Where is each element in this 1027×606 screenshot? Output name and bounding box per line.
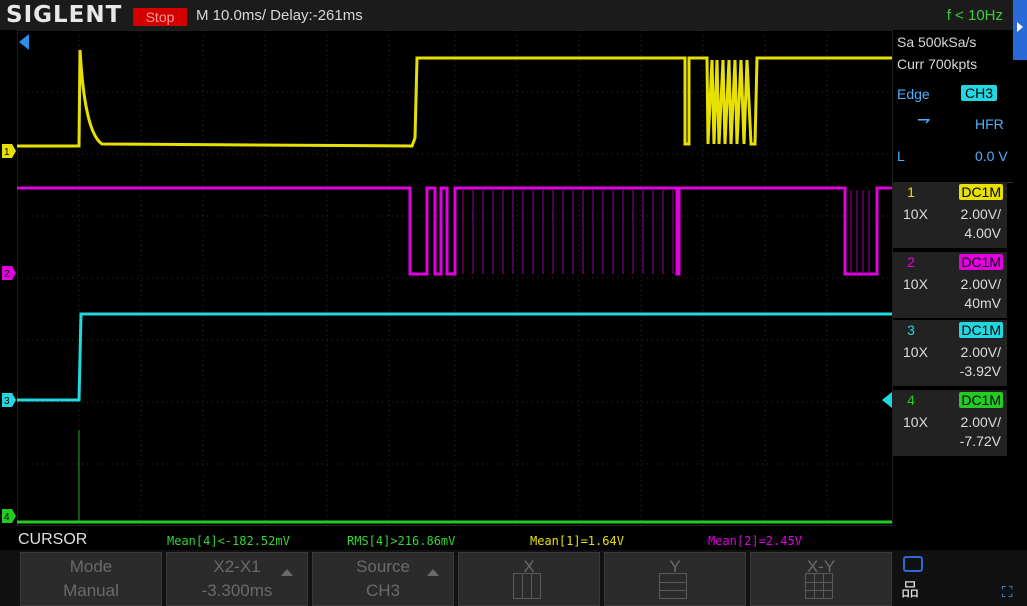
- trigger-level-icon[interactable]: [880, 392, 892, 408]
- trigger-type[interactable]: Edge: [897, 86, 930, 102]
- ch1-marker[interactable]: 1: [2, 144, 16, 158]
- channel-4-probe: 10X: [903, 414, 928, 430]
- expand-icon[interactable]: ⛶: [1002, 584, 1013, 601]
- top-status-bar: SIGLENT Stop M 10.0ms/ Delay:-261ms f < …: [0, 0, 1027, 30]
- mode-softkey[interactable]: Mode Manual: [20, 552, 162, 606]
- channel-2-box[interactable]: 2 DC1M 10X 2.00V/ 40mV: [893, 252, 1007, 318]
- ch3-marker[interactable]: 3: [2, 393, 16, 407]
- mode-value: Manual: [63, 581, 119, 600]
- svg-text:4: 4: [4, 512, 10, 523]
- cursor-label: CURSOR: [18, 531, 88, 548]
- panel-scroll-handle[interactable]: [1013, 0, 1027, 60]
- adjust-up-icon: [281, 569, 293, 576]
- cursor-measurement-bar: CURSOR Mean[4]<-182.52mV RMS[4]>216.86mV…: [0, 530, 1027, 550]
- ch1-trace: [17, 49, 892, 148]
- channel-2-offset: 40mV: [964, 295, 1001, 311]
- source-up-icon: [427, 569, 439, 576]
- xy-cursor-softkey[interactable]: X-Y: [750, 552, 892, 606]
- svg-text:1: 1: [4, 147, 10, 158]
- memory-depth: Curr 700kpts: [897, 56, 978, 72]
- source-softkey[interactable]: Source CH3: [312, 552, 454, 606]
- x-cursor-icon: [513, 573, 541, 599]
- channel-3-scale: 2.00V/: [960, 344, 1001, 360]
- timebase-readout[interactable]: M 10.0ms/ Delay:-261ms: [196, 7, 363, 24]
- trigger-source[interactable]: CH3: [961, 85, 998, 101]
- sample-rate: Sa 500kSa/s: [897, 34, 977, 50]
- channel-3-probe: 10X: [903, 344, 928, 360]
- channel-4-number: 4: [907, 392, 915, 408]
- trigger-mode: L: [897, 148, 905, 164]
- trigger-level[interactable]: 0.0 V: [975, 148, 1008, 164]
- graticule-border: [17, 30, 893, 526]
- mean2-readout: Mean[2]=2.45V: [708, 534, 802, 548]
- channel-2-coupling[interactable]: DC1M: [959, 254, 1003, 270]
- falling-edge-icon: ⇁: [917, 112, 931, 129]
- mean4-readout: Mean[4]<-182.52mV: [167, 534, 290, 548]
- y-cursor-softkey[interactable]: Y: [604, 552, 746, 606]
- channel-4-coupling[interactable]: DC1M: [959, 392, 1003, 408]
- mean1-readout: Mean[1]=1.64V: [530, 534, 624, 548]
- channel-marker-strip: 1 2 3 4: [2, 144, 16, 523]
- channel-1-probe: 10X: [903, 206, 928, 222]
- y-cursor-icon: [659, 573, 687, 599]
- channel-1-scale: 2.00V/: [960, 206, 1001, 222]
- rms4-readout: RMS[4]>216.86mV: [347, 534, 456, 548]
- channel-1-coupling[interactable]: DC1M: [959, 184, 1003, 200]
- trigger-coupling[interactable]: HFR: [975, 116, 1004, 132]
- x-cursor-softkey[interactable]: X: [458, 552, 600, 606]
- usb-icon: [903, 556, 923, 572]
- run-stop-indicator[interactable]: Stop: [133, 8, 187, 26]
- channel-4-scale: 2.00V/: [960, 414, 1001, 430]
- channel-2-scale: 2.00V/: [960, 276, 1001, 292]
- x2x1-value: -3.300ms: [201, 581, 273, 600]
- svg-text:3: 3: [4, 396, 10, 407]
- mode-label: Mode: [69, 557, 113, 576]
- brand-logo: SIGLENT: [6, 2, 123, 28]
- channel-3-coupling[interactable]: DC1M: [959, 322, 1003, 338]
- channel-3-number: 3: [907, 322, 915, 338]
- channel-1-number: 1: [907, 184, 915, 200]
- channel-1-box[interactable]: 1 DC1M 10X 2.00V/ 4.00V: [893, 182, 1007, 248]
- waveform-display[interactable]: [17, 30, 893, 526]
- channel-2-probe: 10X: [903, 276, 928, 292]
- network-icon: 品: [901, 580, 919, 600]
- channel-4-box[interactable]: 4 DC1M 10X 2.00V/ -7.72V: [893, 390, 1007, 456]
- xy-cursor-icon: [805, 573, 833, 599]
- ch2-marker[interactable]: 2: [2, 266, 16, 280]
- channel-2-number: 2: [907, 254, 915, 270]
- x2x1-softkey[interactable]: X2-X1 -3.300ms: [166, 552, 308, 606]
- channel-1-offset: 4.00V: [964, 225, 1001, 241]
- trigger-position-icon[interactable]: [19, 34, 29, 50]
- channel-3-offset: -3.92V: [959, 363, 1001, 379]
- source-value: CH3: [365, 581, 400, 600]
- trigger-frequency-readout: f < 10Hz: [946, 7, 1003, 24]
- ch2-burst: [462, 190, 870, 274]
- ch4-marker[interactable]: 4: [2, 509, 16, 523]
- softkey-bar: Mode Manual X2-X1 -3.300ms Source CH3 X …: [0, 550, 1027, 606]
- channel-3-box[interactable]: 3 DC1M 10X 2.00V/ -3.92V: [893, 320, 1007, 386]
- svg-text:2: 2: [4, 269, 10, 280]
- channel-4-offset: -7.72V: [959, 433, 1001, 449]
- graticule: [17, 30, 893, 526]
- ch3-trace: [17, 312, 892, 402]
- ch2-trace: [17, 186, 892, 276]
